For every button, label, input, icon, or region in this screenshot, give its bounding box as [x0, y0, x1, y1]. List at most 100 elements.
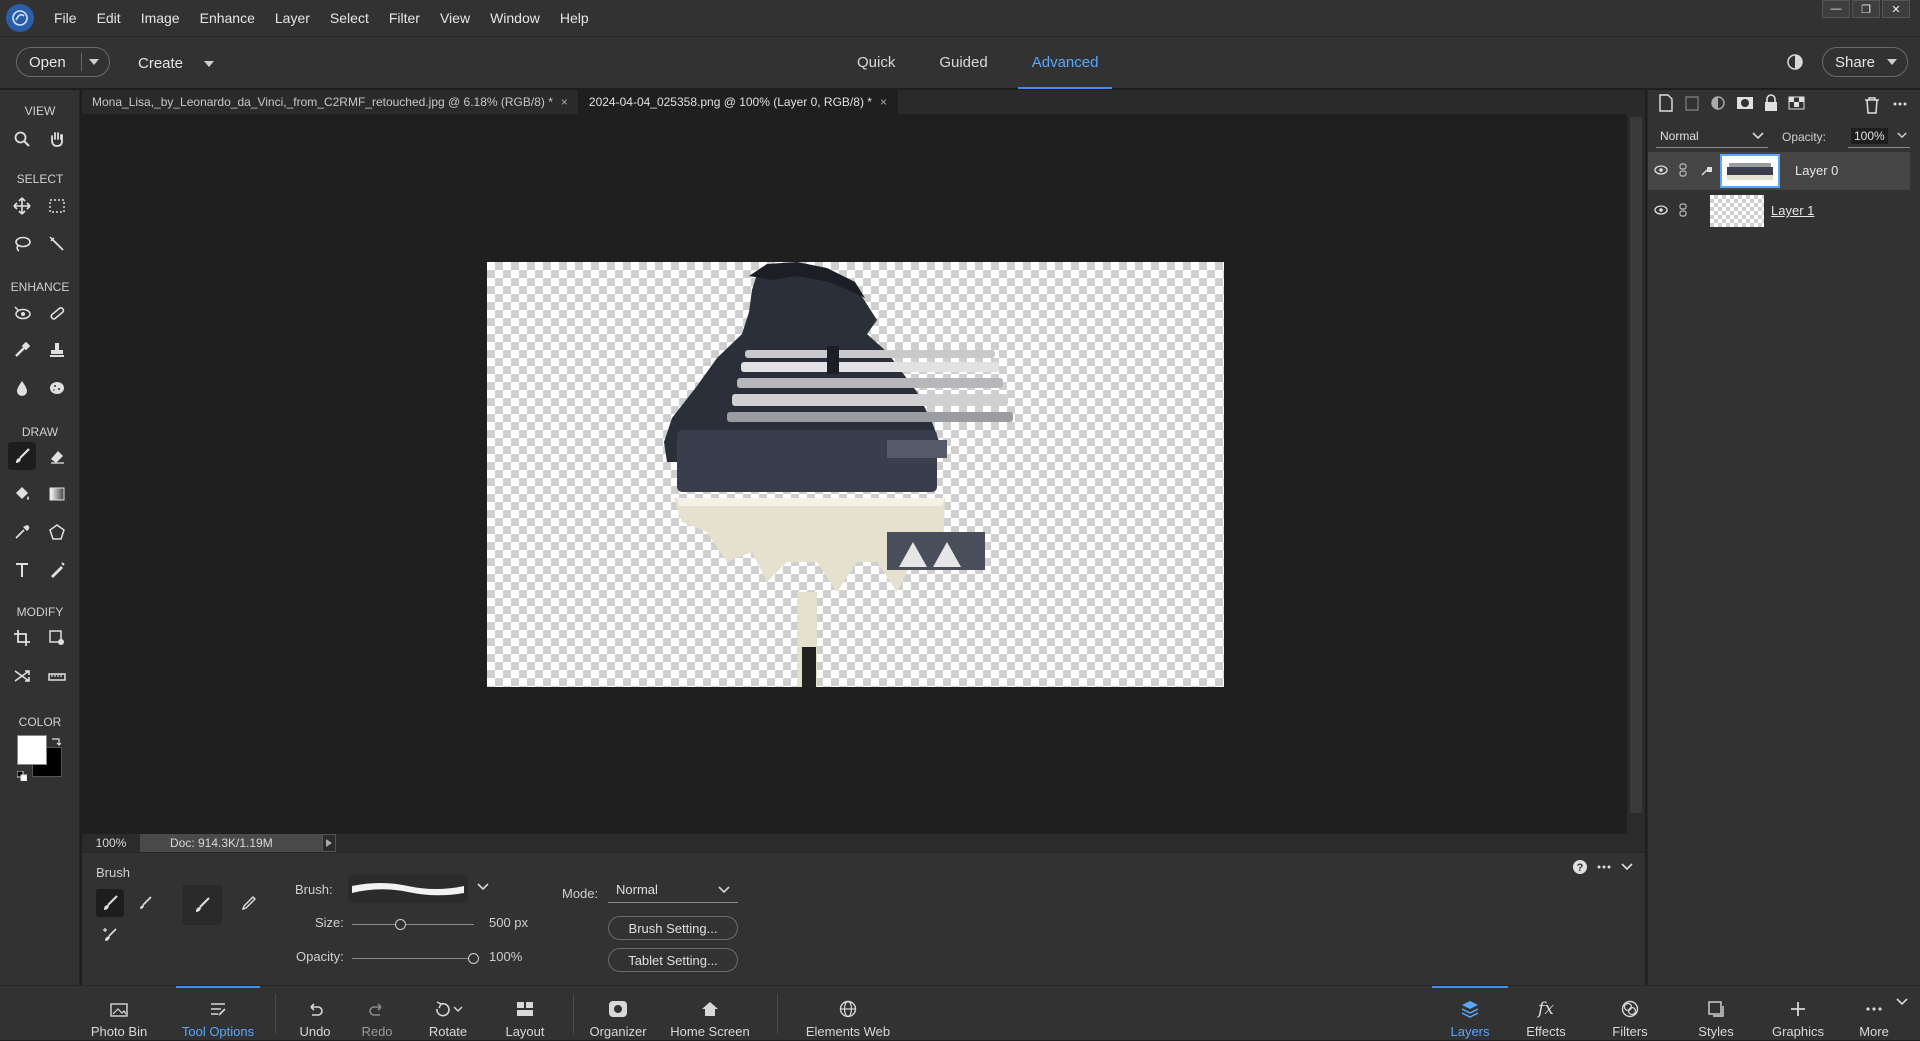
tool-options-button[interactable]: Tool Options — [176, 986, 260, 1041]
close-tab-icon[interactable]: × — [561, 95, 568, 109]
effects-tab-button[interactable]: fx Effects — [1516, 986, 1576, 1041]
quick-selection-tool-icon[interactable] — [43, 230, 71, 258]
photo-bin-button[interactable]: Photo Bin — [88, 986, 150, 1041]
taskbar-collapse-icon[interactable] — [1896, 998, 1908, 1006]
minimize-icon[interactable]: — — [1822, 0, 1850, 18]
undo-button[interactable]: Undo — [290, 986, 340, 1041]
elements-web-button[interactable]: Elements Web — [800, 986, 896, 1041]
more-tab-button[interactable]: More — [1846, 986, 1902, 1041]
size-slider-knob[interactable] — [394, 919, 406, 930]
brush-preset-preview[interactable] — [348, 875, 468, 903]
recompose-tool-icon[interactable] — [43, 624, 71, 652]
menu-layer[interactable]: Layer — [265, 0, 320, 36]
organizer-button[interactable]: Organizer — [585, 986, 651, 1041]
app-logo-icon[interactable] — [6, 4, 34, 32]
rotate-button[interactable]: Rotate — [420, 986, 476, 1041]
blur-tool-icon[interactable] — [8, 374, 36, 402]
swap-colors-icon[interactable] — [51, 736, 61, 746]
crop-tool-icon[interactable] — [8, 624, 36, 652]
theme-toggle-icon[interactable] — [1786, 53, 1804, 71]
layer-1-thumbnail[interactable] — [1710, 195, 1764, 227]
mode-select[interactable]: Normal — [608, 877, 738, 903]
visibility-eye-icon[interactable] — [1654, 164, 1668, 176]
marquee-tool-icon[interactable] — [43, 192, 71, 220]
doc-tab-screenshot[interactable]: 2024-04-04_025358.png @ 100% (Layer 0, R… — [578, 90, 898, 114]
menu-image[interactable]: Image — [131, 0, 190, 36]
default-colors-icon[interactable] — [17, 771, 27, 781]
straighten-tool-icon[interactable] — [43, 662, 71, 690]
zoom-readout[interactable]: 100% — [82, 836, 140, 850]
graphics-tab-button[interactable]: Graphics — [1764, 986, 1832, 1041]
layer-opacity-field[interactable]: 100% — [1848, 124, 1910, 148]
brush-preset-dropdown-icon[interactable] — [477, 883, 489, 891]
opacity-slider-track[interactable] — [352, 958, 474, 959]
tablet-settings-button[interactable]: Tablet Setting... — [608, 948, 738, 972]
create-button[interactable]: Create — [138, 55, 183, 72]
content-aware-move-tool-icon[interactable] — [8, 662, 36, 690]
close-tab-icon[interactable]: × — [880, 95, 887, 109]
eyedropper-tool-icon[interactable] — [8, 518, 36, 546]
layers-tab-button[interactable]: Layers — [1432, 986, 1508, 1041]
menu-window[interactable]: Window — [480, 0, 550, 36]
close-window-icon[interactable]: ✕ — [1882, 0, 1910, 18]
layer-link-icon[interactable] — [1678, 163, 1688, 177]
layer-1-name[interactable]: Layer 1 — [1771, 203, 1814, 218]
filters-tab-button[interactable]: Filters — [1598, 986, 1662, 1041]
new-group-icon[interactable] — [1684, 94, 1700, 112]
mode-quick-tab[interactable]: Quick — [835, 37, 917, 89]
menu-select[interactable]: Select — [320, 0, 379, 36]
spot-healing-tool-icon[interactable] — [43, 299, 71, 327]
home-screen-button[interactable]: Home Screen — [668, 986, 752, 1041]
foreground-color-swatch[interactable] — [17, 735, 47, 765]
eraser-tool-icon[interactable] — [43, 442, 71, 470]
zoom-tool-icon[interactable] — [8, 125, 36, 153]
delete-layer-icon[interactable] — [1864, 96, 1880, 114]
tablet-pressure-icon[interactable] — [234, 889, 262, 917]
layer-mask-icon[interactable] — [1736, 94, 1754, 112]
create-dropdown-icon[interactable] — [204, 61, 214, 67]
airbrush-toggle-icon[interactable] — [182, 885, 222, 925]
menu-view[interactable]: View — [430, 0, 480, 36]
document-canvas[interactable] — [487, 262, 1224, 687]
help-icon[interactable]: ? — [1572, 859, 1588, 875]
open-button[interactable]: Open — [16, 47, 110, 77]
mode-guided-tab[interactable]: Guided — [917, 37, 1009, 89]
pencil-tool-icon[interactable] — [43, 556, 71, 584]
lock-transparency-icon[interactable] — [1788, 94, 1806, 112]
type-tool-icon[interactable] — [8, 556, 36, 584]
share-button[interactable]: Share — [1822, 47, 1908, 77]
menu-file[interactable]: File — [44, 0, 87, 36]
hand-tool-icon[interactable] — [43, 125, 71, 153]
brush-settings-button[interactable]: Brush Setting... — [608, 916, 738, 940]
styles-tab-button[interactable]: Styles — [1686, 986, 1746, 1041]
mode-advanced-tab[interactable]: Advanced — [1010, 37, 1121, 89]
size-slider-track[interactable] — [352, 924, 474, 925]
lasso-tool-icon[interactable] — [8, 230, 36, 258]
new-layer-icon[interactable] — [1658, 94, 1674, 112]
layout-button[interactable]: Layout — [500, 986, 550, 1041]
brush-variant-icon[interactable] — [96, 889, 124, 917]
color-replacement-brush-icon[interactable] — [96, 921, 124, 949]
menu-filter[interactable]: Filter — [379, 0, 430, 36]
adjustment-layer-icon[interactable] — [1710, 94, 1726, 112]
custom-shape-tool-icon[interactable] — [43, 518, 71, 546]
clone-stamp-tool-icon[interactable] — [43, 336, 71, 364]
sponge-tool-icon[interactable] — [43, 374, 71, 402]
restore-icon[interactable]: ❐ — [1852, 0, 1880, 18]
smart-brush-tool-icon[interactable] — [8, 336, 36, 364]
canvas-scrollbar[interactable] — [1627, 114, 1645, 834]
brush-tool-icon[interactable] — [8, 442, 36, 470]
visibility-eye-icon[interactable] — [1654, 204, 1668, 216]
blend-mode-select[interactable]: Normal — [1656, 124, 1768, 148]
layer-0-name[interactable]: Layer 0 — [1795, 163, 1838, 178]
layer-link-icon[interactable] — [1678, 203, 1688, 217]
open-dropdown-icon[interactable] — [81, 53, 99, 71]
menu-edit[interactable]: Edit — [87, 0, 131, 36]
doc-tab-mona-lisa[interactable]: Mona_Lisa,_by_Leonardo_da_Vinci,_from_C2… — [82, 90, 579, 114]
opacity-slider-knob[interactable] — [468, 953, 479, 964]
collapse-panel-icon[interactable] — [1620, 859, 1634, 875]
more-options-icon[interactable] — [1596, 859, 1612, 875]
gradient-tool-icon[interactable] — [43, 480, 71, 508]
layer-0-thumbnail[interactable] — [1720, 154, 1780, 188]
move-tool-icon[interactable] — [8, 192, 36, 220]
